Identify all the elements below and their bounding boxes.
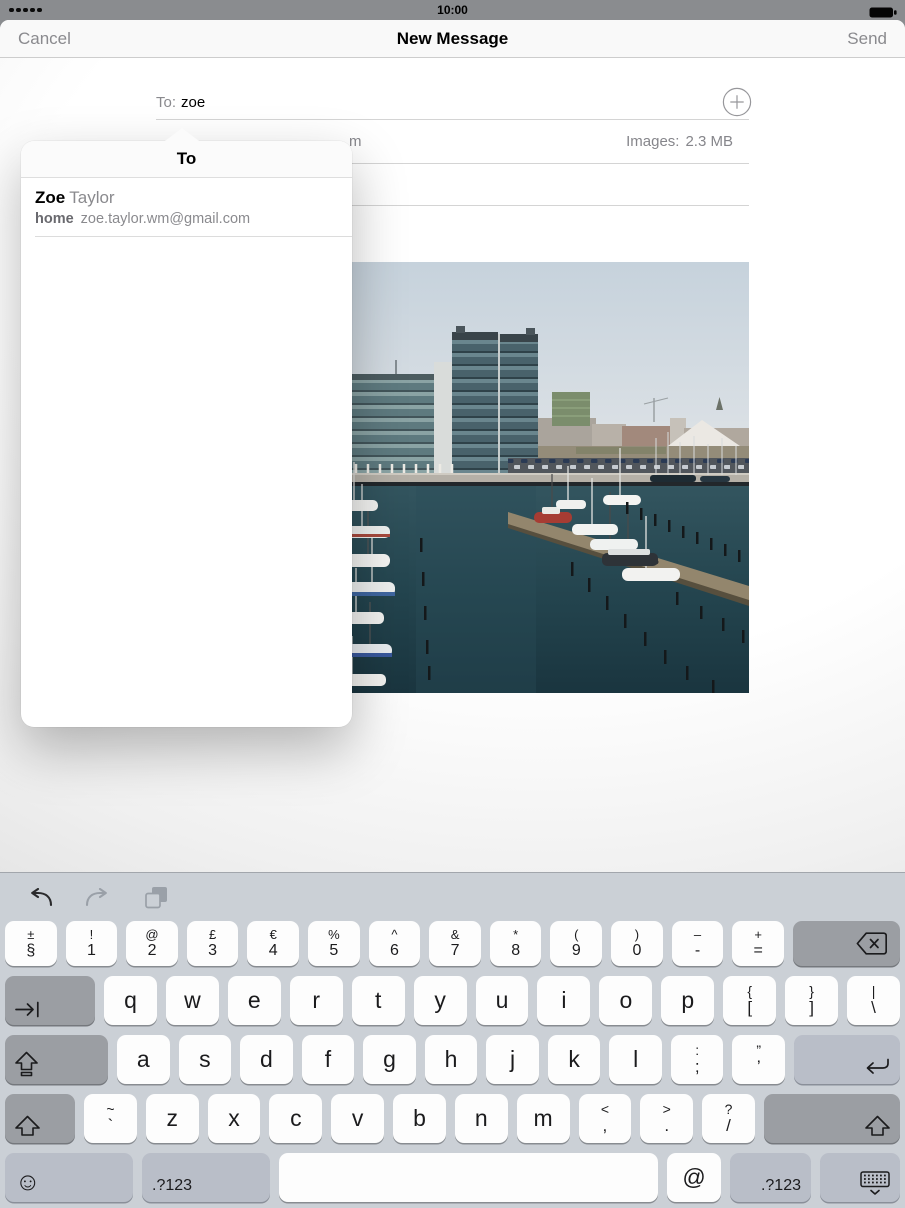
contact-email: zoe.taylor.wm@gmail.com (81, 211, 250, 227)
page-title: New Message (0, 20, 905, 57)
key-g[interactable]: g (363, 1035, 416, 1084)
key-section[interactable]: ±§ (5, 921, 57, 966)
add-contact-button[interactable] (722, 87, 752, 121)
popover-arrow (165, 128, 199, 141)
key-h[interactable]: h (425, 1035, 478, 1084)
key-q[interactable]: q (104, 976, 157, 1025)
contact-suggestion-row[interactable]: ZoeTaylor home zoe.taylor.wm@gmail.com (35, 178, 352, 237)
key-2[interactable]: @2 (126, 921, 178, 966)
key-t[interactable]: t (352, 976, 405, 1025)
key-i[interactable]: i (537, 976, 590, 1025)
send-button[interactable]: Send (847, 20, 887, 57)
key-u[interactable]: u (476, 976, 529, 1025)
key-n[interactable]: n (455, 1094, 508, 1143)
key-k[interactable]: k (548, 1035, 601, 1084)
keyboard-row-2: qwertyuiop{[}]|\ (0, 976, 905, 1025)
popover-title: To (21, 141, 352, 178)
key-c[interactable]: c (269, 1094, 322, 1143)
keyboard-row-3: asdfghjkl:;”’ (0, 1035, 905, 1084)
key-period[interactable]: >. (640, 1094, 693, 1143)
status-time: 10:00 (0, 0, 905, 20)
key-p[interactable]: p (661, 976, 714, 1025)
to-field-value: zoe (181, 94, 205, 111)
key-backslash[interactable]: |\ (847, 976, 900, 1025)
keyboard-shortcut-bar (0, 873, 905, 921)
key-0[interactable]: )0 (611, 921, 663, 966)
contact-first-name: Zoe (35, 188, 65, 207)
keyboard-row-1: ±§!1@2£3€4%5^6&7*8(9)0–-+= (0, 921, 905, 966)
key-emoji[interactable]: ☺ (5, 1153, 133, 1202)
key-3[interactable]: £3 (187, 921, 239, 966)
key-6[interactable]: ^6 (369, 921, 421, 966)
field-separator (156, 119, 749, 120)
key-v[interactable]: v (331, 1094, 384, 1143)
key-9[interactable]: (9 (550, 921, 602, 966)
onscreen-keyboard: ±§!1@2£3€4%5^6&7*8(9)0–-+= qwertyuiop{[}]… (0, 872, 905, 1208)
key-l[interactable]: l (609, 1035, 662, 1084)
to-field[interactable]: To: zoe (156, 85, 749, 119)
key-shift-left[interactable] (5, 1094, 75, 1143)
key-comma[interactable]: <, (579, 1094, 632, 1143)
key-grave[interactable]: ~` (84, 1094, 137, 1143)
contact-email-label: home (35, 211, 74, 227)
key-tab[interactable] (5, 976, 95, 1025)
key-m[interactable]: m (517, 1094, 570, 1143)
paste-icon[interactable] (144, 886, 168, 910)
key-w[interactable]: w (166, 976, 219, 1025)
key-return[interactable] (794, 1035, 900, 1084)
key-j[interactable]: j (486, 1035, 539, 1084)
compose-navbar: Cancel New Message Send (0, 20, 905, 58)
key-r[interactable]: r (290, 976, 343, 1025)
key-apostrophe[interactable]: ”’ (732, 1035, 785, 1084)
key-equals[interactable]: += (732, 921, 784, 966)
key-caps-lock[interactable] (5, 1035, 108, 1084)
key-dismiss-keyboard[interactable] (820, 1153, 900, 1202)
contact-suggestions-popover: To ZoeTaylor home zoe.taylor.wm@gmail.com (21, 141, 352, 727)
mail-compose-screen: 10:00 Cancel New Message Send To: zoe m … (0, 0, 905, 1208)
cc-row-text-fragment: m (349, 133, 362, 150)
key-dash[interactable]: –- (672, 921, 724, 966)
to-field-label: To: (156, 94, 176, 111)
key-b[interactable]: b (393, 1094, 446, 1143)
key-y[interactable]: y (414, 976, 467, 1025)
status-bar: 10:00 (0, 0, 905, 20)
key-at[interactable]: @ (667, 1153, 721, 1202)
images-label: Images: (626, 133, 679, 150)
key-7[interactable]: &7 (429, 921, 481, 966)
key-bracket-left[interactable]: {[ (723, 976, 776, 1025)
key-slash[interactable]: ?/ (702, 1094, 755, 1143)
key-e[interactable]: e (228, 976, 281, 1025)
key-numbers-right[interactable]: .?123 (730, 1153, 811, 1202)
key-4[interactable]: €4 (247, 921, 299, 966)
keyboard-row-4: ~`zxcvbnm<,>.?/ (0, 1094, 905, 1143)
key-shift-right[interactable] (764, 1094, 900, 1143)
key-numbers-left[interactable]: .?123 (142, 1153, 270, 1202)
key-s[interactable]: s (179, 1035, 232, 1084)
images-size-info: Images: 2.3 MB (626, 133, 733, 150)
key-f[interactable]: f (302, 1035, 355, 1084)
key-1[interactable]: !1 (66, 921, 118, 966)
key-a[interactable]: a (117, 1035, 170, 1084)
keyboard-row-5: ☺.?123@.?123 (0, 1153, 905, 1202)
key-semicolon[interactable]: :; (671, 1035, 724, 1084)
contact-email-line: home zoe.taylor.wm@gmail.com (35, 211, 338, 227)
undo-icon[interactable] (26, 888, 53, 909)
key-z[interactable]: z (146, 1094, 199, 1143)
contact-last-name: Taylor (69, 188, 114, 207)
key-8[interactable]: *8 (490, 921, 542, 966)
key-d[interactable]: d (240, 1035, 293, 1084)
contact-name: ZoeTaylor (35, 188, 338, 208)
images-value: 2.3 MB (685, 133, 733, 150)
key-bracket-right[interactable]: }] (785, 976, 838, 1025)
key-space[interactable] (279, 1153, 658, 1202)
redo-icon[interactable] (85, 888, 112, 909)
key-o[interactable]: o (599, 976, 652, 1025)
key-backspace[interactable] (793, 921, 900, 966)
key-5[interactable]: %5 (308, 921, 360, 966)
key-x[interactable]: x (208, 1094, 261, 1143)
